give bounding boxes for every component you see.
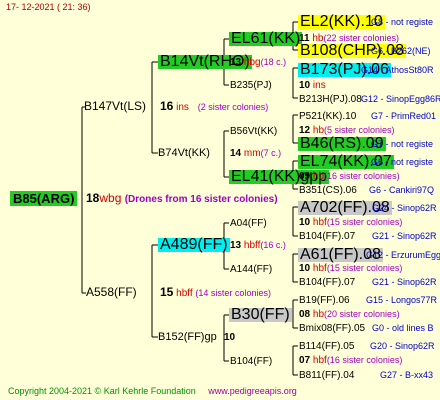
gen4-sub-6: hbf	[312, 263, 327, 274]
gen1-note-1: (2 sister colonies)	[197, 102, 269, 112]
root-colony[interactable]: B85(ARG)	[10, 191, 78, 206]
gen3-queen-1[interactable]: EL61(KK)	[229, 31, 303, 47]
gen4-line-1: G8 - not registe	[371, 17, 434, 27]
gen4-note-4: (16 sister colonies)	[324, 171, 400, 181]
gen4-drone-5: 10 hbf(15 sister colonies)	[299, 216, 402, 229]
gen4-line-10: G21 - Sinop62R	[372, 231, 437, 241]
gen4-queen-5[interactable]: P521(KK).10	[299, 110, 356, 123]
gen4-queen-16[interactable]: B811(FF).04	[299, 369, 354, 382]
gen2-queen-4[interactable]: B152(FF)gp	[158, 331, 217, 344]
gen4-num-2: 10	[299, 80, 311, 91]
gen1-queen-1[interactable]: B147Vt(LS)	[84, 100, 146, 113]
gen4-num-4: 09	[299, 171, 311, 182]
root-sub: wbg	[99, 191, 122, 205]
gen1-num-2: 15	[160, 285, 174, 299]
gen2-num-1: 13	[230, 57, 242, 68]
gen4-drone-2: 10 ins	[299, 79, 326, 92]
gen4-line-14: G0 - old lines B	[372, 323, 434, 333]
root-note: (Drones from 16 sister colonies)	[124, 194, 278, 205]
root-drone-info: 18wbg (Drones from 16 sister colonies)	[86, 192, 278, 206]
gen4-line-13: G15 - Longos77R	[366, 295, 438, 305]
gen4-sub-4: hb	[312, 171, 325, 182]
gen4-queen-4[interactable]: B213H(PJ).08	[299, 93, 362, 106]
gen2-note-3: (16 c.)	[260, 240, 286, 250]
gen4-line-3: G14 - AthosSt80R	[361, 65, 434, 75]
gen4-drone-4: 09 hb(16 sister colonies)	[299, 170, 400, 183]
gen4-queen-15[interactable]: B114(FF).05	[299, 340, 354, 353]
gen2-drone-info-4: 10	[224, 331, 235, 344]
gen4-line-11: G12 - ErzurumEgg8	[366, 250, 440, 260]
gen3-queen-2[interactable]: B235(PJ)	[230, 79, 272, 92]
gen1-sub-1: ins	[176, 102, 189, 113]
gen1-num-1: 16	[160, 99, 174, 113]
footer: Copyright 2004-2021 © Karl Kehrle Founda…	[8, 386, 297, 396]
gen2-sub-1: hbg	[243, 57, 261, 68]
gen2-queen-3[interactable]: A489(FF)	[158, 237, 230, 253]
gen2-drone-info-1: 13 hbg(18 c.)	[230, 56, 286, 69]
gen4-line-16: G27 - B-xx43	[380, 370, 434, 380]
gen4-line-9: G24 - Sinop62R	[372, 203, 437, 213]
gen2-queen-2[interactable]: B74Vt(KK)	[158, 147, 210, 160]
gen4-queen-14[interactable]: Bmix08(FF).05	[299, 322, 365, 335]
gen1-queen-2[interactable]: A558(FF)	[86, 286, 137, 299]
gen4-line-2: G6 - B262(NE)	[371, 46, 431, 56]
gen4-note-3: (5 sister colonies)	[324, 125, 395, 135]
gen1-drone-info-1: 16 ins (2 sister colonies)	[160, 100, 268, 114]
gen4-note-8: (16 sister colonies)	[326, 355, 403, 365]
gen1-sub-2: hbff	[176, 288, 193, 299]
gen4-queen-12[interactable]: B104(FF).07	[299, 276, 355, 289]
gen2-sub-3: hbff	[243, 240, 261, 251]
timestamp-header: 17- 12-2021 ( 21: 36)	[6, 2, 91, 12]
gen4-note-7: (20 sister colonies)	[324, 309, 400, 319]
gen4-sub-2: ins	[312, 80, 326, 91]
gen3-queen-3[interactable]: B56Vt(KK)	[230, 125, 277, 138]
gen4-line-15: G20 - Sinop62R	[370, 341, 435, 351]
gen4-queen-10[interactable]: B104(FF).07	[299, 230, 355, 243]
gen2-num-3: 13	[230, 240, 242, 251]
gen4-queen-8[interactable]: B351(CS).06	[299, 184, 357, 197]
gen4-line-4: G12 - SinopEgg86R	[361, 94, 440, 104]
gen4-drone-8: 07 hbf(16 sister colonies)	[299, 354, 402, 367]
pedigree-canvas: 17- 12-2021 ( 21: 36) B85(ARG) 18wbg (Dr…	[0, 0, 440, 400]
footer-url-link[interactable]: www.pedigreeapis.org	[208, 386, 297, 396]
gen4-num-5: 10	[299, 217, 311, 228]
gen4-line-7: G6 - not registe	[371, 157, 434, 167]
root-num: 18	[86, 191, 100, 205]
gen2-drone-info-2: 14 mm(7 c.)	[230, 147, 281, 160]
gen2-note-2: (7 c.)	[260, 148, 282, 158]
gen2-note-1: (18 c.)	[260, 57, 287, 67]
gen3-queen-7[interactable]: B30(FF)	[229, 307, 292, 323]
gen4-num-6: 10	[299, 263, 311, 274]
copyright-text: Copyright 2004-2021 © Karl Kehrle Founda…	[8, 386, 196, 396]
gen4-num-8: 07	[299, 355, 311, 366]
gen1-note-2: (14 sister colonies)	[195, 288, 271, 298]
gen4-queen-13[interactable]: B19(FF).06	[299, 294, 350, 307]
gen4-note-5: (15 sister colonies)	[326, 217, 403, 227]
gen4-drone-6: 10 hbf(15 sister colonies)	[299, 262, 402, 275]
gen4-sub-7: hb	[312, 309, 325, 320]
gen4-sub-5: hbf	[312, 217, 327, 228]
gen4-num-7: 08	[299, 309, 311, 320]
gen4-line-5: G7 - PrimRed01	[371, 111, 437, 121]
gen2-drone-info-3: 13 hbff(16 c.)	[230, 239, 286, 252]
gen2-num-4: 10	[224, 332, 236, 343]
gen3-queen-8[interactable]: B104(FF)	[230, 355, 272, 368]
gen4-drone-7: 08 hb(20 sister colonies)	[299, 308, 400, 321]
gen4-sub-8: hbf	[312, 355, 327, 366]
gen4-line-12: G21 - Sinop62R	[372, 277, 437, 287]
gen4-line-8: G6 - Cankiri97Q	[369, 185, 435, 195]
gen3-queen-5[interactable]: A04(FF)	[230, 217, 267, 230]
gen1-drone-info-2: 15 hbff (14 sister colonies)	[160, 286, 271, 300]
gen2-sub-2: mm	[243, 148, 261, 159]
gen3-queen-6[interactable]: A144(FF)	[230, 263, 272, 276]
gen4-note-6: (15 sister colonies)	[326, 263, 403, 273]
gen4-line-6: G7 - not registe	[371, 139, 434, 149]
gen2-num-2: 14	[230, 148, 242, 159]
